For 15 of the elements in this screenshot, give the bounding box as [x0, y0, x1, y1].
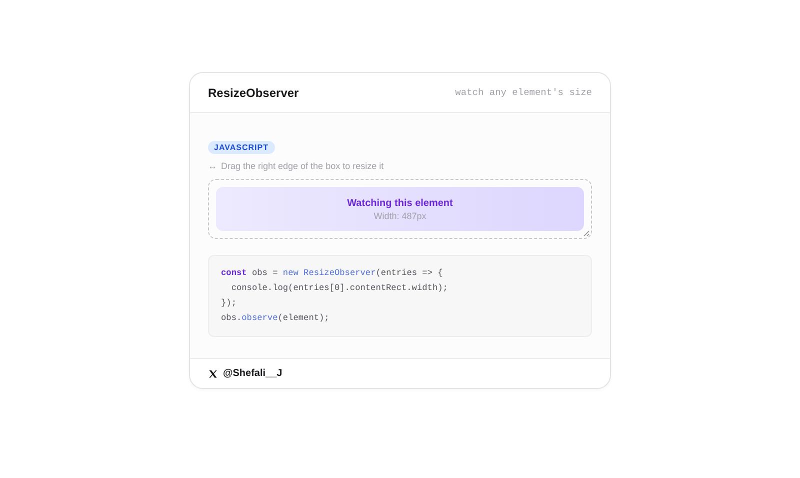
code-line: }); [221, 297, 238, 310]
hint-text: Drag the right edge of the box to resize it [221, 161, 384, 171]
x-logo-icon [208, 368, 218, 378]
author-handle[interactable]: @Shefali__J [223, 368, 282, 379]
code-line: const obs = new ResizeObserver(entries => { [221, 267, 444, 280]
card-subtitle: watch any element's size [455, 87, 592, 98]
resize-handle-icon[interactable] [583, 230, 590, 237]
code-line: obs.observe(element); [221, 312, 330, 325]
language-tag: JAVASCRIPT [208, 141, 274, 154]
width-readout: Width: 487px [374, 210, 426, 220]
resizable-box[interactable]: Watching this element Width: 487px [208, 179, 592, 239]
element-title: Watching this element [347, 198, 453, 208]
code-line: console.log(entries[0].contentRect.width); [230, 282, 449, 295]
card-title: ResizeObserver [208, 86, 299, 100]
arrow-glyph: ↔ [208, 161, 217, 171]
